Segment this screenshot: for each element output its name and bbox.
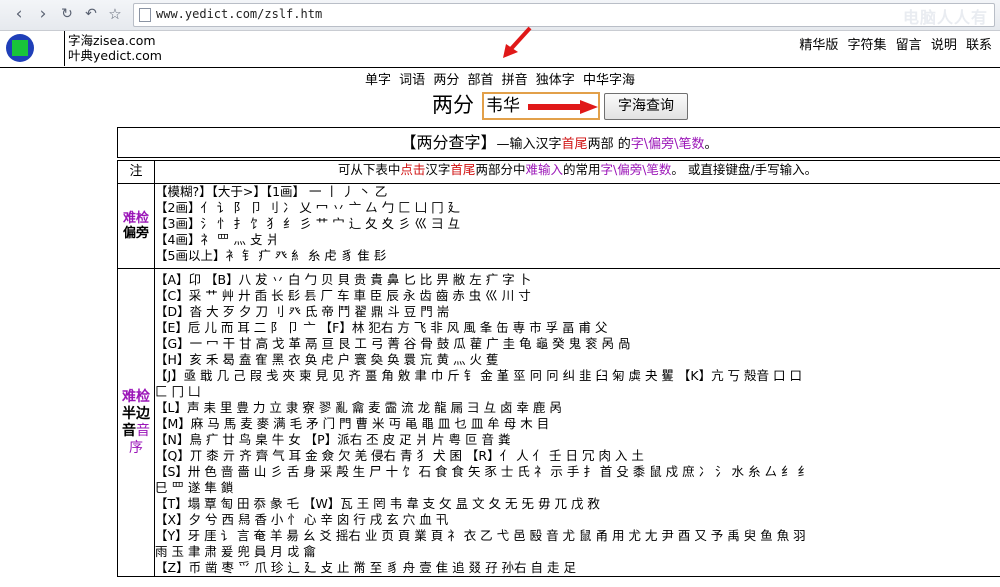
label-hard: 难检 [122, 211, 149, 226]
half-line[interactable]: 【X】夕 兮 西 舄 香 小 忄 心 辛 囟 行 戌 玄 穴 血 卂 [156, 512, 1000, 528]
half-line[interactable]: 巳 罒 遂 隼 鎖 [156, 480, 1000, 496]
forward-icon[interactable]: › [34, 5, 52, 23]
label-radical: 偏旁 [122, 226, 149, 241]
title-desc: 。 [704, 137, 718, 152]
menu-help[interactable]: 说明 [931, 38, 957, 53]
half-line[interactable]: 【S】卅 色 啬 嗇 山 彡 舌 身 采 殸 生 尸 十 饣 石 食 食 矢 豕… [156, 464, 1000, 480]
half-line[interactable]: 【Q】丌 桼 亓 齐 齊 气 耳 金 僉 欠 羌 侵右 青 犭 犬 囷 【R】亻… [156, 448, 1000, 464]
nav-two-part[interactable]: 两分 [433, 73, 459, 88]
half-line[interactable]: 【G】一 冖 干 甘 高 戈 革 鬲 亘 艮 工 弓 菁 谷 骨 鼓 瓜 雚 广… [156, 336, 1000, 352]
nav-zhonghua[interactable]: 中华字海 [583, 73, 635, 88]
label-sound-b: 音 [136, 422, 150, 439]
label-half: 半边 [118, 406, 154, 423]
note-part: 难输入 [525, 162, 563, 177]
title-desc: 两部 的 [587, 137, 631, 152]
nav-single-body[interactable]: 独体字 [536, 73, 575, 88]
half-line[interactable]: 【L】声 耒 里 豊 力 立 隶 寮 翏 亂 龠 麦 霝 流 龙 龍 屚 彐 彑… [156, 400, 1000, 416]
menu-charset[interactable]: 字符集 [848, 38, 887, 53]
logo[interactable] [0, 31, 65, 66]
radical-row: 难检 偏旁 【模糊?】【大于>】【1画】 一 丨 丿 丶 乙 【2画】亻 讠 阝… [117, 183, 1000, 269]
nav-words[interactable]: 词语 [399, 73, 425, 88]
half-line[interactable]: 【M】麻 马 馬 麦 麥 满 毛 矛 门 門 曹 米 丏 黾 黽 皿 乜 皿 牟… [156, 416, 1000, 432]
note-part: 的常用 [562, 162, 601, 177]
search-button[interactable]: 字海查询 [604, 93, 688, 120]
page-icon [139, 8, 151, 22]
half-line[interactable]: 【T】塌 覃 匋 田 忝 彖 乇 【W】瓦 王 罔 韦 韋 支 攵 昷 文 夂 … [156, 496, 1000, 512]
refresh-icon[interactable]: ↻ [58, 5, 76, 23]
site-names: 字海zisea.com 叶典yedict.com [68, 33, 162, 63]
note-text: 可从下表中点击汉字首尾两部分中难输入的常用字\偏旁\笔数。 或直接键盘/手写输入… [154, 160, 1000, 184]
title-main: 【两分查字】 [400, 133, 497, 152]
title-desc-highlight: 首尾 [561, 137, 588, 152]
half-line[interactable]: 【Y】牙 厓 讠 言 奄 羊 昜 幺 爻 摇右 业 页 頁 業 頁 礻 衣 乙 … [156, 528, 1000, 544]
note-part: 可从下表中 [337, 162, 401, 177]
back-icon[interactable]: ‹ [10, 5, 28, 23]
section-title: 【两分查字】—输入汉字首尾两部 的字\偏旁\笔数。 [117, 127, 1000, 158]
note-row: 注 可从下表中点击汉字首尾两部分中难输入的常用字\偏旁\笔数。 或直接键盘/手写… [117, 160, 1000, 184]
half-section-label: 难检 半边 音音 序 [117, 268, 155, 577]
red-arrow-annotation-right [528, 100, 598, 114]
half-line[interactable]: 雨 玉 聿 肃 爰 兜 員 月 戉 龠 [156, 544, 1000, 560]
radical-list: 【模糊?】【大于>】【1画】 一 丨 丿 丶 乙 【2画】亻 讠 阝 卩 刂 冫… [154, 183, 1000, 269]
sub-navigation: 单字 词语 两分 部首 拼音 独体字 中华字海 [0, 69, 1000, 88]
note-part: 点击 [400, 162, 426, 177]
half-line[interactable]: 【J】亟 戢 几 己 叚 戋 夾 柬 見 见 齐 畺 角 敫 聿 巾 斤 钅 金… [156, 368, 1000, 384]
top-menu: 精华版 字符集 留言 说明 联系 [794, 34, 992, 53]
favorite-star-icon[interactable]: ☆ [106, 5, 124, 23]
search-label: 两分 [432, 93, 474, 117]
url-text: www.yedict.com/zslf.htm [156, 7, 323, 21]
label-hard: 难检 [122, 388, 150, 405]
radical-line[interactable]: 【2画】亻 讠 阝 卩 刂 冫 乂 冖 丷 亠 厶 勹 匚 凵 冂 廴 [156, 200, 1000, 216]
label-sound: 音音 [118, 423, 154, 440]
nav-pinyin[interactable]: 拼音 [502, 73, 528, 88]
menu-contact[interactable]: 联系 [966, 38, 992, 53]
radical-section-label: 难检 偏旁 [117, 183, 155, 269]
note-part: 。 或直接键盘/手写输入。 [671, 162, 818, 177]
note-part: 两部分中 [475, 162, 526, 177]
lookup-table: 注 可从下表中点击汉字首尾两部分中难输入的常用字\偏旁\笔数。 或直接键盘/手写… [117, 160, 1000, 577]
red-arrow-annotation-down [503, 26, 532, 58]
title-desc: —输入汉字 [496, 137, 562, 152]
half-line[interactable]: 【C】采 艹 艸 廾 臿 长 髟 镸 厂 车 車 臣 辰 永 齿 齒 赤 虫 巛… [156, 288, 1000, 304]
half-char-row: 难检 半边 音音 序 【A】卬 【B】八 犮 丷 白 勹 贝 貝 贵 貴 鼻 匕… [117, 268, 1000, 577]
watermark-text: 电脑人人有 [902, 8, 988, 27]
radical-line[interactable]: 【5画以上】衤 钅 疒 癶 糹 糸 虍 豸 隹 髟 [156, 248, 1000, 264]
note-part: 汉字 [425, 162, 451, 177]
logo-square [12, 40, 28, 56]
site-link-yedict[interactable]: 叶典yedict.com [68, 48, 162, 63]
half-line[interactable]: 【D】沓 大 歹 夕 刀 刂 癶 氐 帝 鬥 翟 鼎 斗 豆 門 耑 [156, 304, 1000, 320]
half-line[interactable]: 【E】卮 儿 而 耳 二 阝 卩 亠 【F】林 犯右 方 飞 非 风 風 夆 缶… [156, 320, 1000, 336]
half-line[interactable]: 【N】鳥 疒 廿 鸟 臬 牛 女 【P】派右 丕 皮 疋 爿 片 粤 叵 音 粪 [156, 432, 1000, 448]
half-char-list: 【A】卬 【B】八 犮 丷 白 勹 贝 貝 贵 貴 鼻 匕 比 畀 敝 左 疒 … [154, 268, 1000, 577]
note-part: 字\偏旁\笔数 [600, 162, 672, 177]
radical-line[interactable]: 【3画】氵 忄 扌 饣 犭 纟 彡 艹 宀 辶 夂 夊 彡 巛 彐 彑 [156, 216, 1000, 232]
radical-line[interactable]: 【4画】礻 罒 灬 攴 爿 [156, 232, 1000, 248]
label-order: 序 [129, 439, 143, 456]
nav-single-char[interactable]: 单字 [365, 73, 391, 88]
half-line[interactable]: 【H】亥 禾 曷 盍 隺 黑 衣 奂 虍 户 寰 奐 奂 睘 巟 黄 灬 火 蒦 [156, 352, 1000, 368]
label-sound-a: 音 [122, 422, 136, 439]
menu-message[interactable]: 留言 [896, 38, 922, 53]
note-label: 注 [117, 160, 155, 184]
half-line[interactable]: 【Z】币 凿 枣 爫 爪 珍 辶 廴 攴 止 黹 至 豸 舟 壹 隹 追 叕 孖… [156, 560, 1000, 576]
label-half-text: 半边 [122, 405, 150, 422]
address-bar[interactable]: www.yedict.com/zslf.htm [133, 3, 995, 27]
title-desc-highlight: 字\偏旁\笔数 [630, 137, 705, 152]
half-line[interactable]: 【A】卬 【B】八 犮 丷 白 勹 贝 貝 贵 貴 鼻 匕 比 畀 敝 左 疒 … [156, 272, 1000, 288]
menu-jinghua[interactable]: 精华版 [799, 38, 838, 53]
half-line[interactable]: 匚 冂 凵 [156, 384, 1000, 400]
site-link-zisea[interactable]: 字海zisea.com [68, 33, 162, 48]
note-part: 首尾 [450, 162, 476, 177]
radical-line[interactable]: 【模糊?】【大于>】【1画】 一 丨 丿 丶 乙 [156, 185, 1000, 201]
undo-icon[interactable]: ↶ [82, 5, 100, 23]
nav-radical[interactable]: 部首 [467, 73, 493, 88]
